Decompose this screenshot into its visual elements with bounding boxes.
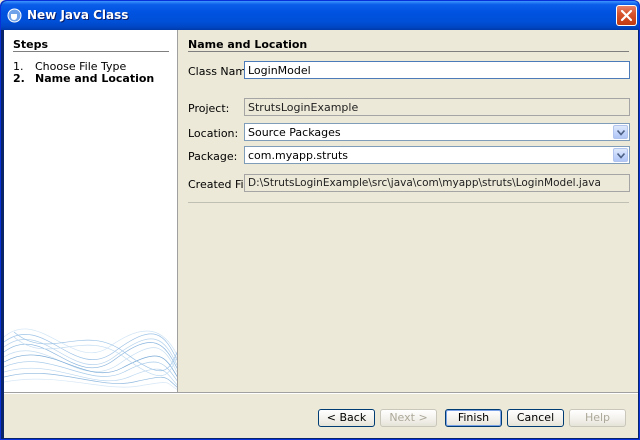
chevron-down-icon[interactable] bbox=[613, 148, 628, 162]
section-title: Name and Location bbox=[188, 38, 308, 51]
dialog-client-area: Steps 1. Choose File Type 2. Name and Loca… bbox=[4, 30, 638, 438]
class-name-input[interactable]: LoginModel bbox=[244, 61, 630, 79]
project-field: StrutsLoginExample bbox=[244, 98, 630, 116]
step-number: 2. bbox=[13, 72, 25, 85]
location-value: Source Packages bbox=[248, 126, 341, 139]
package-label: Package: bbox=[188, 150, 238, 163]
back-button[interactable]: < Back bbox=[318, 409, 375, 427]
help-button[interactable]: Help bbox=[569, 409, 626, 427]
section-divider bbox=[188, 51, 629, 52]
button-bar-divider-highlight bbox=[4, 393, 638, 394]
steps-divider bbox=[13, 51, 169, 52]
close-icon bbox=[620, 9, 633, 22]
form-panel: Name and Location Class Name: LoginModel… bbox=[179, 30, 638, 392]
location-dropdown[interactable]: Source Packages bbox=[244, 123, 630, 141]
created-file-field: D:\StrutsLoginExample\src\java\com\myapp… bbox=[244, 174, 630, 192]
project-label: Project: bbox=[188, 102, 230, 115]
title-bar[interactable]: New Java Class bbox=[1, 1, 639, 30]
package-value: com.myapp.struts bbox=[248, 149, 348, 162]
step-name-and-location: 2. Name and Location bbox=[13, 72, 154, 85]
finish-button[interactable]: Finish bbox=[445, 409, 502, 427]
steps-heading: Steps bbox=[13, 38, 49, 51]
step-label: Name and Location bbox=[35, 72, 155, 85]
form-divider bbox=[188, 202, 629, 203]
java-cup-icon bbox=[7, 8, 22, 23]
package-dropdown[interactable]: com.myapp.struts bbox=[244, 146, 630, 164]
next-button[interactable]: Next > bbox=[380, 409, 437, 427]
chevron-down-icon[interactable] bbox=[613, 125, 628, 139]
steps-panel: Steps 1. Choose File Type 2. Name and Loca… bbox=[4, 30, 178, 392]
cancel-button[interactable]: Cancel bbox=[507, 409, 564, 427]
close-button[interactable] bbox=[616, 5, 637, 26]
location-label: Location: bbox=[188, 127, 239, 140]
window-title: New Java Class bbox=[27, 8, 129, 22]
decorative-wave-image bbox=[4, 328, 177, 390]
new-java-class-dialog: New Java Class Steps 1. Choose File Type … bbox=[0, 0, 640, 440]
